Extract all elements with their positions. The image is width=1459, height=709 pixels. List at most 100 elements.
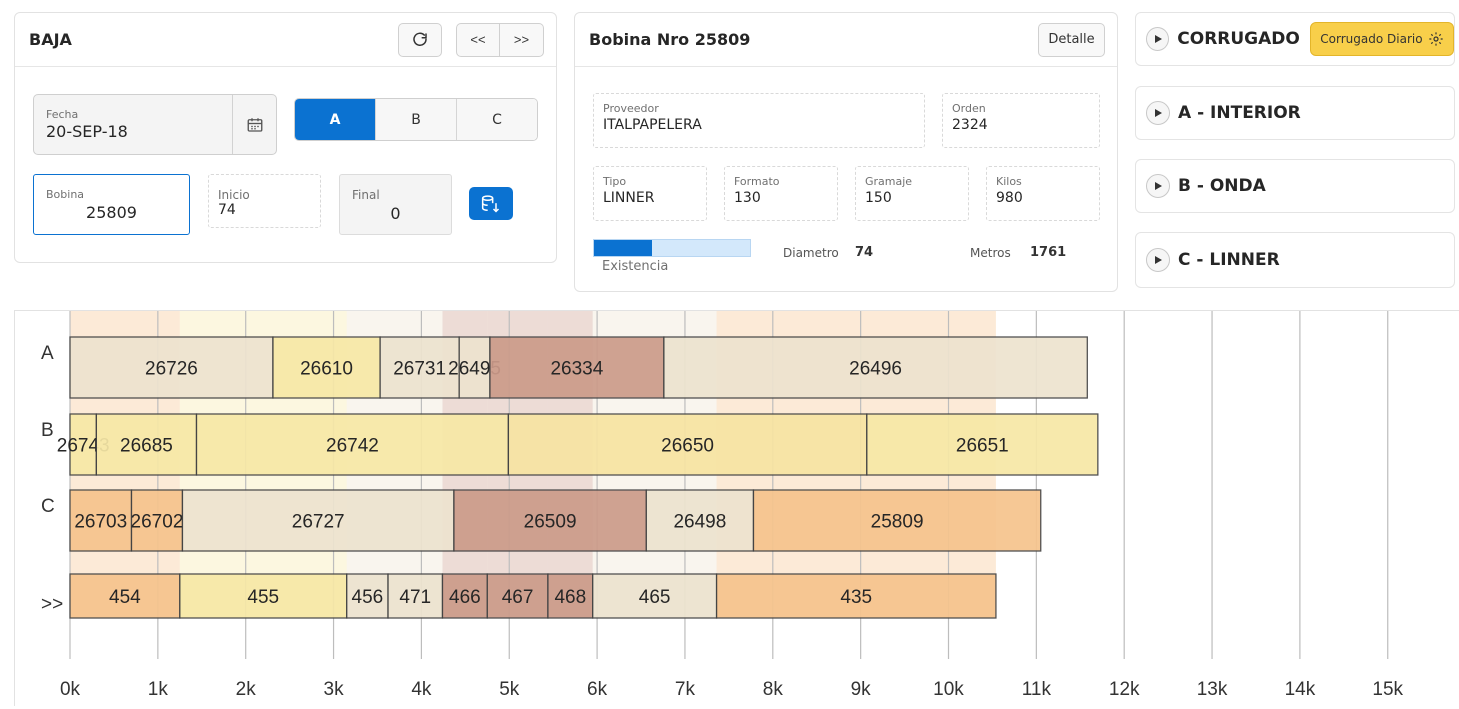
bar-label-26731: 26731: [393, 359, 446, 380]
database-download-button[interactable]: [469, 187, 513, 220]
bobina-card: Bobina Nro 25809 Detalle Proveedor ITALP…: [574, 12, 1118, 292]
corrugado-diario-label: Corrugado Diario: [1320, 32, 1423, 46]
tipo-label: Tipo: [603, 175, 627, 188]
play-icon: [1155, 109, 1162, 117]
onda-title: B - ONDA: [1178, 176, 1266, 196]
next-button[interactable]: >>: [500, 22, 544, 57]
gramaje-value: 150: [865, 190, 892, 206]
bar-label-26726: 26726: [145, 359, 198, 380]
x-tick-5k: 5k: [499, 679, 520, 700]
bar-label-26334: 26334: [550, 359, 603, 380]
play-icon: [1154, 35, 1162, 43]
bar-label-435: 435: [840, 587, 872, 608]
fecha-value: 20-SEP-18: [46, 122, 128, 141]
bar-label-26702: 26702: [131, 512, 184, 533]
corrugado-title: CORRUGADO: [1177, 29, 1300, 49]
x-tick-9k: 9k: [851, 679, 872, 700]
calendar-icon: [247, 117, 262, 132]
bobina-header: Bobina Nro 25809 Detalle: [575, 13, 1117, 67]
segment-b[interactable]: B: [375, 99, 456, 140]
proveedor-value: ITALPAPELERA: [603, 117, 702, 133]
x-tick-6k: 6k: [587, 679, 608, 700]
x-tick-3k: 3k: [324, 679, 345, 700]
tipo-value: LINNER: [603, 190, 655, 206]
inicio-field[interactable]: Inicio 74: [208, 174, 321, 228]
baja-title: BAJA: [29, 30, 72, 49]
segment-c[interactable]: C: [456, 99, 537, 140]
production-gantt-chart: 0k 1k 2k 3k 4k 5k 6k 7k 8k 9k 10k 11k 12k 13k 14k 15k A 2…: [14, 310, 1459, 706]
segment-a[interactable]: A: [295, 99, 375, 140]
linner-section[interactable]: C - LINNER: [1135, 232, 1455, 288]
linner-title: C - LINNER: [1178, 250, 1280, 270]
bar-label-26610: 26610: [300, 359, 353, 380]
bar-label-455: 455: [247, 587, 279, 608]
bar-label-465: 465: [639, 587, 671, 608]
metros-label: Metros: [970, 246, 1011, 260]
formato-value: 130: [734, 190, 761, 206]
diametro-label: Diametro: [783, 246, 839, 260]
bobina-input[interactable]: Bobina 25809: [33, 174, 190, 235]
orden-field: Orden 2324: [942, 93, 1100, 148]
refresh-icon: [413, 32, 427, 46]
baja-header: BAJA << >>: [15, 13, 556, 67]
bar-label-26509: 26509: [524, 512, 577, 533]
bobina-value: 25809: [86, 203, 137, 222]
row-label-3: >>: [41, 594, 63, 615]
database-download-icon: [481, 194, 500, 213]
row-label-0: A: [41, 343, 54, 364]
bar-label-26685: 26685: [120, 436, 173, 457]
proveedor-field: Proveedor ITALPAPELERA: [593, 93, 925, 148]
expand-linner-button[interactable]: [1146, 248, 1170, 272]
expand-corrugado-button[interactable]: [1146, 27, 1170, 51]
existencia-progress: [593, 239, 751, 257]
corrugado-diario-button[interactable]: Corrugado Diario: [1309, 22, 1454, 56]
orden-value: 2324: [952, 117, 988, 133]
proveedor-label: Proveedor: [603, 102, 659, 115]
kilos-value: 980: [996, 190, 1023, 206]
x-tick-7k: 7k: [675, 679, 696, 700]
x-tick-8k: 8k: [763, 679, 784, 700]
gramaje-field: Gramaje 150: [855, 166, 969, 221]
inicio-value: 74: [218, 202, 236, 218]
bar-label-471: 471: [399, 587, 431, 608]
x-tick-13k: 13k: [1197, 679, 1228, 700]
bar-label-26651: 26651: [956, 436, 1009, 457]
orden-label: Orden: [952, 102, 986, 115]
x-tick-4k: 4k: [411, 679, 432, 700]
x-tick-11k: 11k: [1022, 679, 1052, 700]
formato-label: Formato: [734, 175, 780, 188]
bar-label-466: 466: [449, 587, 481, 608]
play-icon: [1155, 256, 1162, 264]
prev-button[interactable]: <<: [456, 22, 500, 57]
calendar-button[interactable]: [232, 95, 276, 154]
gramaje-label: Gramaje: [865, 175, 913, 188]
x-tick-15k: 15k: [1372, 679, 1403, 700]
bar-label-26727: 26727: [292, 512, 345, 533]
expand-onda-button[interactable]: [1146, 174, 1170, 198]
refresh-button[interactable]: [398, 22, 442, 57]
interior-section[interactable]: A - INTERIOR: [1135, 86, 1455, 140]
expand-interior-button[interactable]: [1146, 101, 1170, 125]
final-label: Final: [352, 188, 380, 202]
fecha-field[interactable]: Fecha 20-SEP-18: [33, 94, 277, 155]
onda-section[interactable]: B - ONDA: [1135, 159, 1455, 213]
final-value: 0: [390, 204, 401, 223]
kilos-field: Kilos 980: [986, 166, 1100, 221]
line-selector: A B C: [294, 98, 538, 141]
x-tick-10k: 10k: [933, 679, 964, 700]
bar-label-26742: 26742: [326, 436, 379, 457]
bar-label-25809: 25809: [871, 512, 924, 533]
x-tick-12k: 12k: [1109, 679, 1140, 700]
row-label-1: B: [41, 420, 54, 441]
gear-icon: [1428, 32, 1443, 46]
corrugado-section[interactable]: CORRUGADO Corrugado Diario: [1135, 12, 1455, 66]
inicio-label: Inicio: [218, 188, 250, 202]
x-tick-1k: 1k: [148, 679, 169, 700]
baja-card: BAJA << >> Fecha 20-SEP-18 A B C Bobina …: [14, 12, 557, 263]
detalle-button[interactable]: Detalle: [1038, 22, 1105, 57]
final-field[interactable]: Final 0: [339, 174, 452, 235]
play-icon: [1155, 182, 1162, 190]
metros-value: 1761: [1030, 245, 1067, 260]
bobina-title: Bobina Nro 25809: [589, 30, 751, 49]
bar-label-468: 468: [554, 587, 586, 608]
